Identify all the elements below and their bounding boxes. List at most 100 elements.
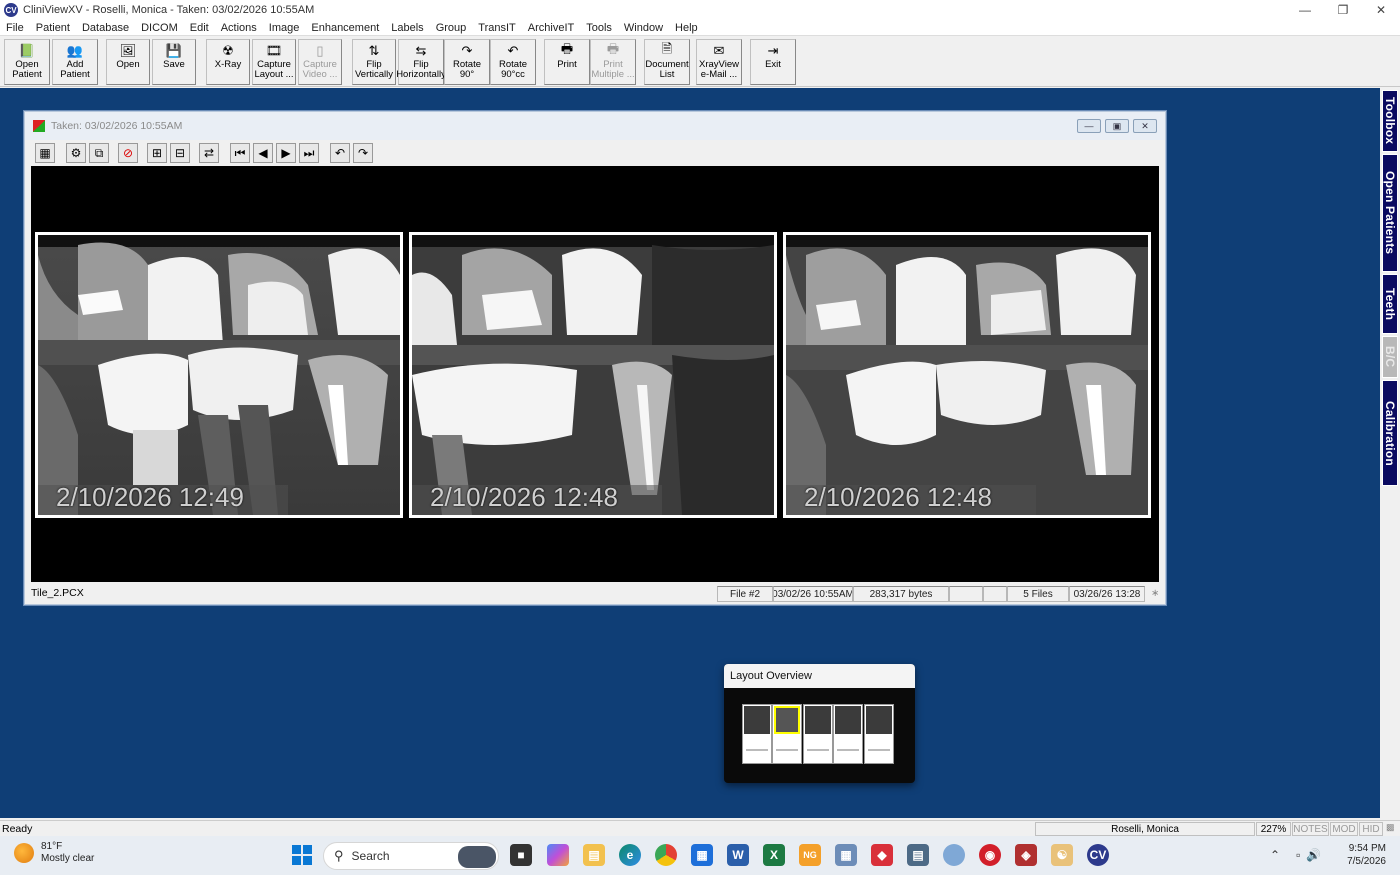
side-tab-open-patients[interactable]: Open Patients (1382, 154, 1398, 272)
layout-overview-panel[interactable]: Layout Overview (724, 664, 915, 783)
taskbar-clock[interactable]: 9:54 PM 7/5/2026 (1340, 842, 1386, 868)
chat-app-icon[interactable] (943, 844, 965, 866)
image-viewer[interactable]: 2/10/2026 12:49 2/10/2026 12:48 2/10/202… (31, 166, 1159, 582)
menu-help[interactable]: Help (669, 22, 704, 34)
tile-left-icon[interactable]: ⊞ (147, 143, 167, 163)
side-tab-toolbox[interactable]: Toolbox (1382, 90, 1398, 152)
image-window[interactable]: Taken: 03/02/2026 10:55AM — ▣ ✕ ▦ ⚙ ⧉ ⊘ ⊞ ⊟ ⇄ ⏮… (24, 111, 1166, 605)
xray-image-1[interactable]: 2/10/2026 12:49 (35, 232, 403, 518)
word-icon[interactable]: W (727, 844, 749, 866)
layout-thumbnail[interactable] (772, 704, 803, 764)
open-patient-button[interactable]: 📗 Open Patient (4, 39, 50, 85)
open-button[interactable]: 🖼 Open (106, 39, 150, 85)
capture-video-button[interactable]: ▯ Capture Video ... (298, 39, 342, 85)
menu-group[interactable]: Group (430, 22, 473, 34)
layout-overview-thumbnails (742, 704, 894, 766)
capture-layout-button[interactable]: 🎞 Capture Layout ... (252, 39, 296, 85)
settings-icon[interactable]: ⚙ (66, 143, 86, 163)
menu-enhancement[interactable]: Enhancement (305, 22, 385, 34)
image-window-titlebar[interactable]: Taken: 03/02/2026 10:55AM — ▣ ✕ (25, 112, 1165, 140)
print-multiple-icon: 🖶 (606, 41, 620, 56)
excel-icon[interactable]: X (763, 844, 785, 866)
calculator-icon[interactable]: ▦ (835, 844, 857, 866)
monitor-app-icon[interactable]: ▤ (907, 844, 929, 866)
volume-icon[interactable]: 🔊 (1306, 848, 1321, 862)
menu-file[interactable]: File (0, 22, 30, 34)
tray-overflow-icon[interactable]: ⌃ (1270, 848, 1280, 862)
xray-image-3[interactable]: 2/10/2026 12:48 (783, 232, 1151, 518)
layout-grid-icon[interactable]: ▦ (35, 143, 55, 163)
restore-icon[interactable]: ❐ (1324, 0, 1362, 20)
undo-icon[interactable]: ↶ (330, 143, 350, 163)
last-icon[interactable]: ⏭ (299, 143, 319, 163)
menu-labels[interactable]: Labels (385, 22, 429, 34)
rotate-ccw-button[interactable]: ↶ Rotate 90°cc (490, 39, 536, 85)
menu-window[interactable]: Window (618, 22, 669, 34)
redo-icon[interactable]: ↷ (353, 143, 373, 163)
edge-icon[interactable]: e (619, 844, 641, 866)
weather-widget[interactable]: 81°F Mostly clear (14, 841, 94, 865)
menu-edit[interactable]: Edit (184, 22, 215, 34)
chrome-icon[interactable] (655, 844, 677, 866)
network-icon[interactable]: ▫ (1296, 848, 1300, 862)
status-empty-2 (983, 586, 1007, 602)
layout-thumbnail[interactable] (742, 704, 772, 764)
file-explorer-icon[interactable]: ▤ (583, 844, 605, 866)
layout-thumbnail[interactable] (863, 704, 894, 764)
side-tab-calibration[interactable]: Calibration (1382, 380, 1398, 486)
xray-button[interactable]: ☢ X-Ray (206, 39, 250, 85)
close-icon[interactable]: ✕ (1362, 0, 1400, 20)
status-size: 283,317 bytes (853, 586, 949, 602)
menu-patient[interactable]: Patient (30, 22, 76, 34)
prev-icon[interactable]: ◀ (253, 143, 273, 163)
print-multiple-button[interactable]: 🖶 Print Multiple ... (590, 39, 636, 85)
menu-dicom[interactable]: DICOM (135, 22, 184, 34)
image-close-icon[interactable]: ✕ (1133, 119, 1157, 133)
anydesk-icon[interactable]: ◆ (871, 844, 893, 866)
copy-icon[interactable]: ⧉ (89, 143, 109, 163)
menu-actions[interactable]: Actions (215, 22, 263, 34)
app-ng-icon[interactable]: NG (799, 844, 821, 866)
email-button[interactable]: ✉ XrayView e-Mail ... (696, 39, 742, 85)
menu-image[interactable]: Image (263, 22, 306, 34)
menu-tools[interactable]: Tools (580, 22, 618, 34)
toolbar-label: XrayView e-Mail ... (699, 59, 739, 80)
start-button[interactable] (292, 845, 312, 865)
xray-image-2[interactable]: 2/10/2026 12:48 (409, 232, 777, 518)
flip-horizontal-button[interactable]: ⇆ Flip Horizontally (396, 39, 446, 85)
document-list-button[interactable]: 🗎 Document List (644, 39, 690, 85)
tile-right-icon[interactable]: ⊟ (170, 143, 190, 163)
image-minimize-icon[interactable]: — (1077, 119, 1101, 133)
resize-grip-icon[interactable]: ∗ (1151, 588, 1159, 599)
swap-icon[interactable]: ⇄ (199, 143, 219, 163)
side-tab-label: Calibration (1383, 400, 1397, 466)
save-button[interactable]: 💾 Save (152, 39, 196, 85)
image-maximize-icon[interactable]: ▣ (1105, 119, 1129, 133)
layout-thumbnail[interactable] (802, 704, 833, 764)
layout-thumbnail[interactable] (833, 704, 864, 764)
menu-transit[interactable]: TransIT (472, 22, 522, 34)
tooth-app-icon[interactable]: ☯ (1051, 844, 1073, 866)
side-tab-b-c[interactable]: B/C (1382, 336, 1398, 378)
stop-icon[interactable]: ⊘ (118, 143, 138, 163)
first-icon[interactable]: ⏮ (230, 143, 250, 163)
store-icon[interactable]: ▦ (691, 844, 713, 866)
xray-icon: ☢ (222, 43, 234, 58)
task-view-icon[interactable]: ■ (510, 844, 532, 866)
rotate-cw-button[interactable]: ↷ Rotate 90° (444, 39, 490, 85)
dental-app-icon[interactable]: ◈ (1015, 844, 1037, 866)
exit-button[interactable]: ⇥ Exit (750, 39, 796, 85)
cliniview-taskbar-icon[interactable]: CV (1087, 844, 1109, 866)
red-app-icon[interactable]: ◉ (979, 844, 1001, 866)
next-icon[interactable]: ▶ (276, 143, 296, 163)
toolbar-label: Flip Horizontally (396, 59, 446, 80)
add-patient-button[interactable]: 👥 Add Patient (52, 39, 98, 85)
print-button[interactable]: 🖶 Print (544, 39, 590, 85)
flip-vertical-button[interactable]: ⇅ Flip Vertically (352, 39, 396, 85)
side-tab-teeth[interactable]: Teeth (1382, 274, 1398, 334)
menu-archiveit[interactable]: ArchiveIT (522, 22, 580, 34)
minimize-icon[interactable]: — (1286, 0, 1324, 20)
copilot-icon[interactable] (547, 844, 569, 866)
menu-database[interactable]: Database (76, 22, 135, 34)
taskbar-search[interactable]: ⚲ Search (323, 842, 499, 870)
